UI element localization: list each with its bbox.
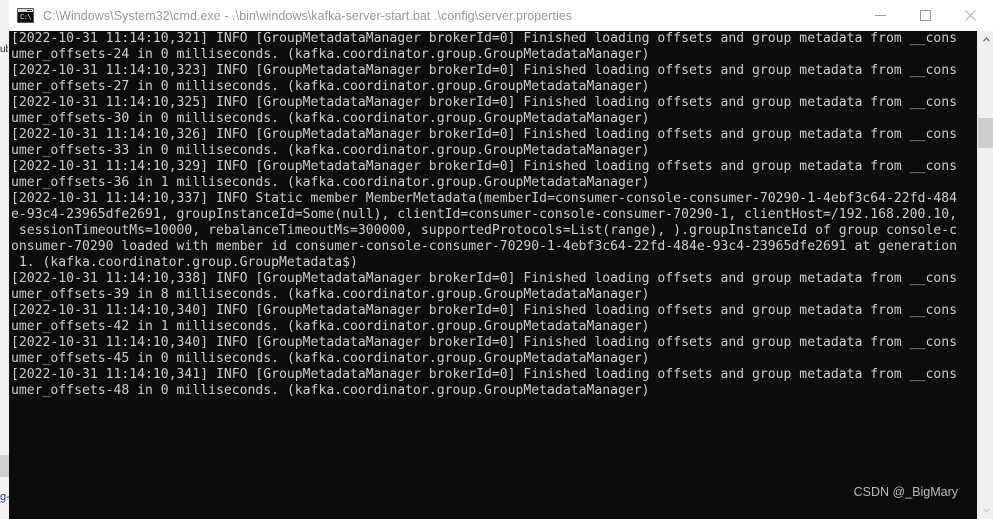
scroll-up-button[interactable] [978,31,993,48]
title-bar-left[interactable]: C:\ C:\Windows\System32\cmd.exe - .\bin\… [9,0,858,31]
console-text-viewport[interactable]: [2022-10-31 11:14:10,321] INFO [GroupMet… [9,31,977,519]
maximize-icon [920,10,931,21]
close-button[interactable] [948,0,993,31]
console-client-area[interactable]: [2022-10-31 11:14:10,321] INFO [GroupMet… [9,31,993,519]
window-title: C:\Windows\System32\cmd.exe - .\bin\wind… [43,8,573,23]
scrollbar-thumb[interactable] [978,118,993,148]
cmd-window: C:\ C:\Windows\System32\cmd.exe - .\bin\… [9,0,993,519]
cmd-icon-prompt-text: C:\ [20,13,32,21]
minimize-button[interactable] [858,0,903,31]
window-controls[interactable] [858,0,993,31]
chevron-down-icon [982,508,990,513]
minimize-icon [875,15,886,16]
cmd-console-icon[interactable]: C:\ [17,8,34,23]
title-bar[interactable]: C:\ C:\Windows\System32\cmd.exe - .\bin\… [9,0,993,32]
cmd-icon-titlebar [18,9,33,12]
background-window-text-bottom: g- [0,491,9,503]
scroll-down-button[interactable] [978,502,993,519]
vertical-scrollbar[interactable] [977,31,993,519]
chevron-up-icon [982,37,990,42]
background-window-scroll-strip[interactable] [0,455,9,477]
console-log-output: [2022-10-31 11:14:10,321] INFO [GroupMet… [11,31,957,398]
background-window-text-top: ub [0,44,8,55]
maximize-button[interactable] [903,0,948,31]
desktop-background: ub g- C:\ C:\Windows\System32\cmd.exe - … [0,0,993,519]
close-icon [965,10,976,21]
